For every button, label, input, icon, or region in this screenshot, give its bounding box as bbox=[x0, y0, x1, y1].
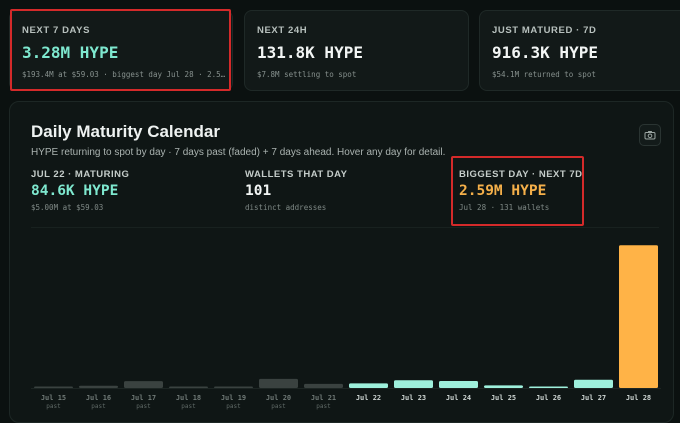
x-tick-sublabel: past bbox=[226, 403, 241, 410]
x-tick-label: Jul 20 bbox=[266, 394, 291, 402]
x-tick-sublabel: past bbox=[316, 403, 331, 410]
bar-jul-25[interactable] bbox=[484, 385, 523, 388]
bar-jul-24[interactable] bbox=[439, 380, 478, 388]
bar-jul-27[interactable] bbox=[574, 379, 613, 388]
bar-jul-20[interactable] bbox=[259, 378, 298, 388]
x-tick-sublabel: past bbox=[136, 403, 151, 410]
bar-jul-28[interactable] bbox=[619, 245, 658, 388]
x-tick-label: Jul 24 bbox=[446, 394, 471, 402]
bar-jul-23[interactable] bbox=[394, 380, 433, 388]
bar-jul-21[interactable] bbox=[304, 383, 343, 388]
x-tick-sublabel: past bbox=[181, 403, 196, 410]
bar-jul-18[interactable] bbox=[169, 386, 208, 389]
x-tick-label: Jul 22 bbox=[356, 394, 381, 402]
x-tick-sublabel: past bbox=[271, 403, 286, 410]
x-tick-sublabel: past bbox=[91, 403, 106, 410]
x-tick-label: Jul 23 bbox=[401, 394, 426, 402]
x-tick-sublabel: past bbox=[46, 403, 61, 410]
bar-jul-15[interactable] bbox=[34, 386, 73, 389]
x-tick-label: Jul 21 bbox=[311, 394, 336, 402]
x-tick-label: Jul 17 bbox=[131, 394, 156, 402]
x-tick-label: Jul 15 bbox=[41, 394, 66, 402]
x-tick-label: Jul 19 bbox=[221, 394, 246, 402]
bar-jul-22[interactable] bbox=[349, 383, 388, 388]
bar-jul-26[interactable] bbox=[529, 386, 568, 389]
bar-jul-19[interactable] bbox=[214, 386, 253, 389]
x-tick-label: Jul 25 bbox=[491, 394, 516, 402]
daily-maturity-chart: Jul 15pastJul 16pastJul 17pastJul 18past… bbox=[31, 245, 661, 410]
x-tick-label: Jul 18 bbox=[176, 394, 201, 402]
bar-jul-17[interactable] bbox=[124, 381, 163, 388]
x-tick-label: Jul 16 bbox=[86, 394, 111, 402]
x-tick-label: Jul 26 bbox=[536, 394, 561, 402]
x-tick-label: Jul 28 bbox=[626, 394, 651, 402]
bar-jul-16[interactable] bbox=[79, 385, 118, 388]
x-tick-label: Jul 27 bbox=[581, 394, 606, 402]
